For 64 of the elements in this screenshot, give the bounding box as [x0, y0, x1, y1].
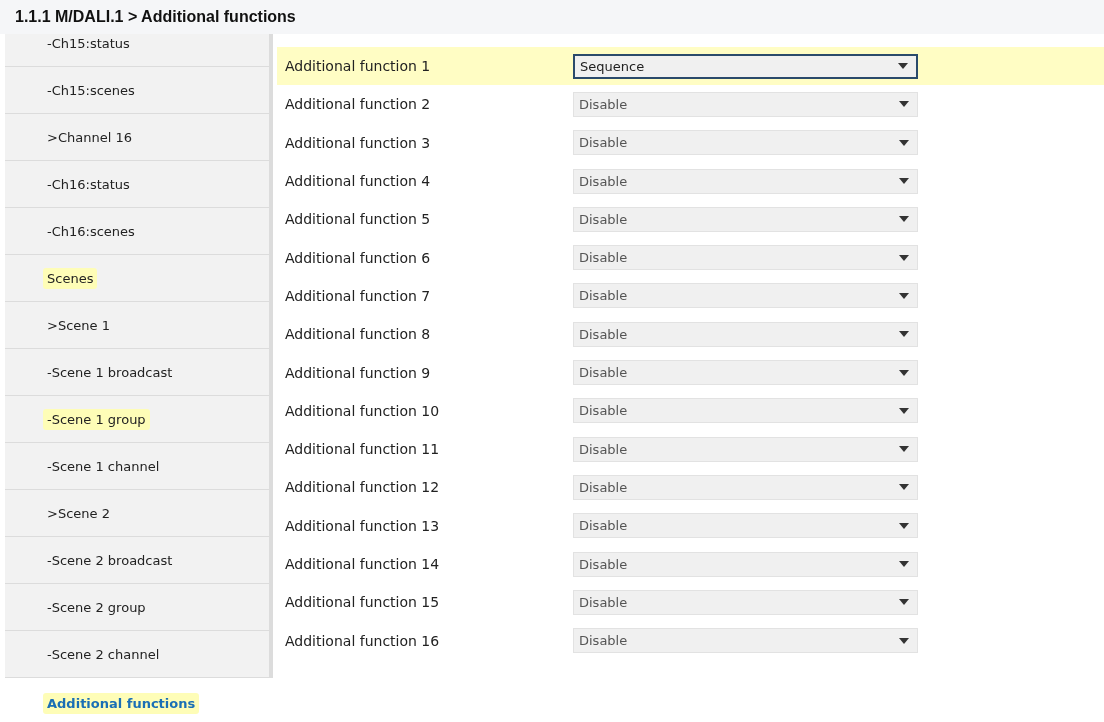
- parameter-label: Additional function 3: [285, 134, 432, 151]
- sidebar-item[interactable]: -Scene 1 group: [43, 408, 150, 430]
- parameter-label: Additional function 4: [285, 173, 432, 190]
- parameter-label: Additional function 6: [285, 249, 432, 266]
- dropdown[interactable]: Disable: [573, 321, 918, 347]
- parameter-label: Additional function 15: [285, 594, 441, 611]
- dropdown[interactable]: Disable: [573, 398, 918, 424]
- dropdown[interactable]: Disable: [573, 360, 918, 385]
- caret-icon: [899, 599, 909, 606]
- dropdown[interactable]: Disable: [573, 206, 918, 232]
- sidebar-item[interactable]: Scenes: [43, 267, 98, 289]
- dropdown[interactable]: Disable: [573, 283, 918, 309]
- sidebar-item[interactable]: Additional functions: [43, 692, 200, 714]
- caret-icon: [899, 522, 909, 529]
- caret-icon: [899, 637, 909, 644]
- caret-icon: [899, 561, 909, 567]
- parameter-label: Additional function 9: [285, 364, 432, 381]
- caret-icon: [899, 139, 909, 146]
- dropdown[interactable]: Disable: [573, 168, 918, 194]
- caret-icon: [899, 292, 909, 299]
- parameter-label: Additional function 16: [285, 632, 441, 649]
- dropdown[interactable]: Disable: [573, 513, 918, 539]
- sidebar-item[interactable]: -Scene 1 broadcast: [43, 361, 177, 383]
- sidebar-item[interactable]: -Scene 2 group: [43, 596, 150, 618]
- caret-icon: [899, 216, 909, 223]
- sidebar-item[interactable]: -Scene 1 channel: [43, 455, 164, 477]
- sidebar-item[interactable]: -Scene 2 channel: [43, 643, 164, 665]
- caret-icon: [899, 369, 909, 376]
- dropdown[interactable]: Disable: [573, 245, 918, 271]
- parameter-label: Additional function 13: [285, 517, 441, 534]
- sidebar-item[interactable]: -Scene 2 broadcast: [43, 549, 177, 571]
- parameter-label: Additional function 7: [285, 287, 432, 304]
- caret-icon: [899, 254, 909, 261]
- caret-icon: [899, 101, 909, 108]
- parameter-label: Additional function 5: [285, 211, 432, 228]
- parameter-label: Additional function 14: [285, 556, 441, 572]
- breadcrumb-title: 1.1.1 M/DALI.1 > Additional functions: [15, 8, 296, 26]
- parameter-label: Additional function 10: [285, 402, 441, 419]
- parameter-label: Additional function 8: [285, 326, 432, 343]
- sidebar-item[interactable]: -Ch15:status: [43, 34, 134, 54]
- parameter-label: Additional function 12: [285, 479, 441, 496]
- dropdown[interactable]: Disable: [573, 589, 918, 615]
- sidebar-item[interactable]: -Ch16:status: [43, 173, 134, 195]
- sidebar-item[interactable]: >Scene 1: [43, 314, 114, 336]
- parameter-label: Additional function 1: [285, 58, 432, 75]
- sidebar-item[interactable]: -Ch16:scenes: [43, 220, 139, 242]
- dropdown[interactable]: Disable: [573, 628, 918, 654]
- dropdown[interactable]: Disable: [573, 474, 918, 500]
- parameter-label: Additional function 11: [285, 441, 441, 458]
- parameter-label: Additional function 2: [285, 96, 432, 113]
- caret-icon: [899, 446, 909, 453]
- sidebar-item[interactable]: -Ch15:scenes: [43, 79, 139, 101]
- caret-icon: [898, 63, 908, 70]
- caret-icon: [899, 331, 909, 338]
- dropdown[interactable]: Disable: [573, 436, 918, 462]
- caret-icon: [899, 178, 909, 185]
- dropdown[interactable]: Disable: [573, 551, 918, 577]
- sidebar-item[interactable]: >Channel 16: [43, 126, 136, 148]
- dropdown[interactable]: Disable: [573, 130, 918, 156]
- caret-icon: [899, 407, 909, 414]
- sidebar-item[interactable]: >Scene 2: [43, 502, 114, 524]
- dropdown[interactable]: Sequence: [573, 53, 918, 79]
- caret-icon: [899, 484, 909, 491]
- dropdown[interactable]: Disable: [573, 91, 918, 117]
